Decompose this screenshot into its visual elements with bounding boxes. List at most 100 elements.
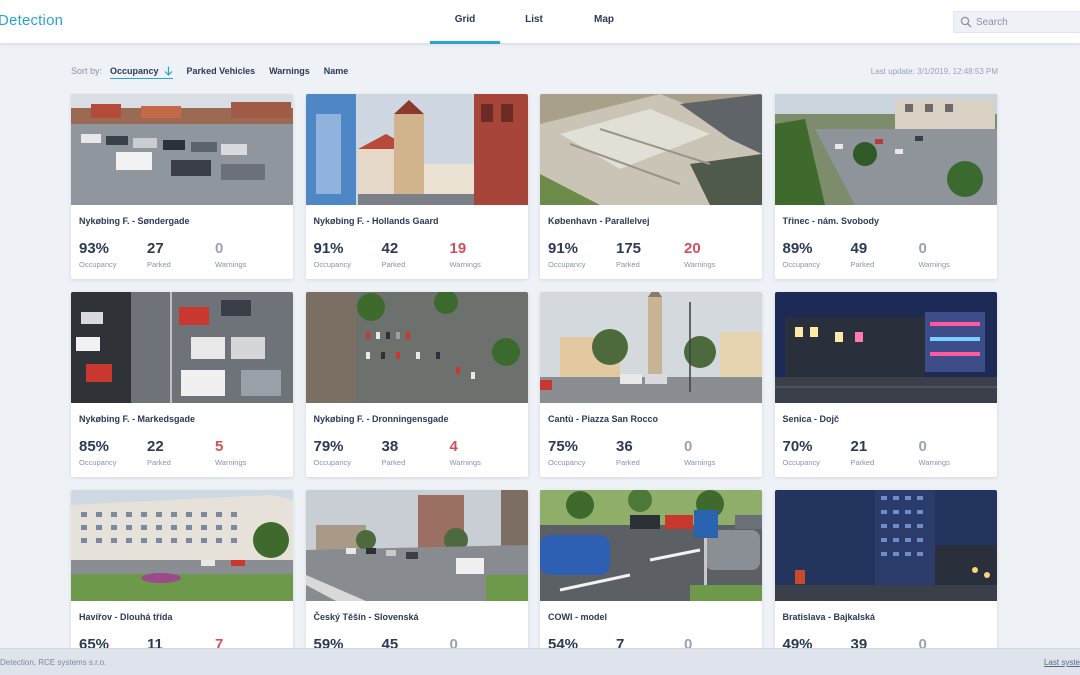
occupancy-value: 70% xyxy=(782,438,813,455)
sort-occupancy[interactable]: Occupancy xyxy=(110,66,173,79)
parked-label: Parked xyxy=(850,458,875,467)
parked-value: 42 xyxy=(381,240,399,257)
camera-thumbnail xyxy=(540,490,762,601)
parked-label: Parked xyxy=(850,260,875,269)
card-title: København - Parallelvej xyxy=(548,216,650,226)
footer-copyright: Detection, RCE systems s.r.o. xyxy=(0,658,107,667)
location-card[interactable]: Cantù - Piazza San Rocco 75% Occupancy 36… xyxy=(540,292,762,477)
card-stats: 79% Occupancy 38 Parked 4 Warnings xyxy=(306,438,528,468)
occupancy-value: 93% xyxy=(79,240,110,257)
camera-thumbnail xyxy=(71,490,293,601)
occupancy-label: Occupancy xyxy=(782,458,821,467)
sort-name[interactable]: Name xyxy=(324,66,349,76)
location-grid: Nykøbing F. - Søndergade 93% Occupancy 27… xyxy=(71,94,997,675)
sort-occupancy-label: Occupancy xyxy=(110,66,159,76)
parked-value: 49 xyxy=(850,240,868,257)
card-title: Český Těšín - Slovenská xyxy=(313,612,419,622)
warnings-label: Warnings xyxy=(918,260,950,269)
camera-thumbnail xyxy=(540,94,762,205)
occupancy-value: 85% xyxy=(79,438,110,455)
card-title: Senica - Dojč xyxy=(782,414,840,424)
parked-value: 38 xyxy=(381,438,399,455)
parked-label: Parked xyxy=(147,260,171,269)
occupancy-value: 91% xyxy=(313,240,344,257)
occupancy-label: Occupancy xyxy=(782,260,821,269)
camera-thumbnail xyxy=(305,490,528,601)
card-title: Bratislava - Bajkalská xyxy=(782,612,876,622)
occupancy-label: Occupancy xyxy=(79,260,117,269)
parked-value: 22 xyxy=(147,438,164,455)
camera-thumbnail xyxy=(774,292,997,403)
card-title: Havířov - Dlouhá třída xyxy=(79,612,173,622)
top-header: Detection Grid List Map xyxy=(0,0,1080,44)
sort-warnings[interactable]: Warnings xyxy=(269,66,310,76)
arrow-down-icon xyxy=(164,66,172,76)
card-stats: 85% Occupancy 22 Parked 5 Warnings xyxy=(71,438,293,468)
occupancy-value: 89% xyxy=(782,240,813,257)
parked-label: Parked xyxy=(381,458,406,467)
card-title: Třinec - nám. Svobody xyxy=(782,216,880,226)
parked-value: 27 xyxy=(147,240,164,257)
card-stats: 93% Occupancy 27 Parked 0 Warnings xyxy=(71,240,293,270)
warnings-value: 0 xyxy=(918,240,927,257)
warnings-label: Warnings xyxy=(684,260,716,269)
occupancy-value: 91% xyxy=(548,240,579,257)
search-box[interactable] xyxy=(953,11,1080,33)
camera-thumbnail xyxy=(774,94,997,205)
sort-bar: Sort by: Occupancy Parked Vehicles Warni… xyxy=(71,63,362,79)
location-card[interactable]: Nykøbing F. - Dronningensgade 79% Occupan… xyxy=(305,292,528,477)
last-update: Last update: 3/1/2019, 12:48:53 PM xyxy=(870,67,998,76)
occupancy-label: Occupancy xyxy=(313,260,352,269)
tab-grid[interactable]: Grid xyxy=(430,0,500,44)
card-stats: 91% Occupancy 175 Parked 20 Warnings xyxy=(540,240,762,270)
warnings-value: 0 xyxy=(215,240,224,257)
card-title: Nykøbing F. - Hollands Gaard xyxy=(313,216,439,226)
location-card[interactable]: Senica - Dojč 70% Occupancy 21 Parked 0 War… xyxy=(774,292,997,477)
card-stats: 70% Occupancy 21 Parked 0 Warnings xyxy=(775,438,997,468)
warnings-value: 0 xyxy=(684,438,693,455)
location-card[interactable]: Nykøbing F. - Hollands Gaard 91% Occupanc… xyxy=(305,94,528,279)
occupancy-value: 79% xyxy=(313,438,344,455)
card-title: Cantù - Piazza San Rocco xyxy=(548,414,659,424)
sort-parked-vehicles[interactable]: Parked Vehicles xyxy=(187,66,256,76)
card-stats: 89% Occupancy 49 Parked 0 Warnings xyxy=(775,240,997,270)
app-brand[interactable]: Detection xyxy=(0,12,63,29)
parked-value: 36 xyxy=(616,438,633,455)
warnings-value: 5 xyxy=(215,438,224,455)
search-icon xyxy=(960,16,972,28)
card-title: Nykøbing F. - Søndergade xyxy=(79,216,190,226)
parked-label: Parked xyxy=(616,260,640,269)
occupancy-label: Occupancy xyxy=(548,458,586,467)
camera-thumbnail xyxy=(71,94,293,205)
warnings-value: 20 xyxy=(684,240,701,257)
warnings-label: Warnings xyxy=(449,458,481,467)
parked-value: 175 xyxy=(616,240,642,257)
occupancy-value: 75% xyxy=(548,438,579,455)
page-footer: Detection, RCE systems s.r.o. Last syste xyxy=(0,648,1080,675)
camera-thumbnail xyxy=(540,292,762,403)
location-card[interactable]: Nykøbing F. - Markedsgade 85% Occupancy 2… xyxy=(71,292,293,477)
view-tabs: Grid List Map xyxy=(430,0,640,44)
warnings-label: Warnings xyxy=(215,260,247,269)
warnings-value: 4 xyxy=(449,438,458,455)
location-card[interactable]: Nykøbing F. - Søndergade 93% Occupancy 27… xyxy=(71,94,293,279)
occupancy-label: Occupancy xyxy=(79,458,117,467)
warnings-label: Warnings xyxy=(918,458,950,467)
occupancy-label: Occupancy xyxy=(548,260,586,269)
warnings-value: 19 xyxy=(449,240,467,257)
warnings-label: Warnings xyxy=(449,260,481,269)
camera-thumbnail xyxy=(71,292,293,403)
card-title: COWI - model xyxy=(548,612,607,622)
camera-thumbnail xyxy=(305,94,528,205)
tab-map[interactable]: Map xyxy=(568,0,640,44)
warnings-label: Warnings xyxy=(684,458,716,467)
search-input[interactable] xyxy=(976,16,1076,28)
parked-value: 21 xyxy=(850,438,868,455)
card-title: Nykøbing F. - Markedsgade xyxy=(79,414,196,424)
location-card[interactable]: Třinec - nám. Svobody 89% Occupancy 49 Par… xyxy=(774,94,997,279)
sort-label: Sort by: xyxy=(71,66,103,76)
tab-list[interactable]: List xyxy=(500,0,568,44)
card-title: Nykøbing F. - Dronningensgade xyxy=(313,414,449,424)
location-card[interactable]: København - Parallelvej 91% Occupancy 175… xyxy=(540,94,762,279)
footer-last-system-link[interactable]: Last syste xyxy=(1044,658,1080,667)
